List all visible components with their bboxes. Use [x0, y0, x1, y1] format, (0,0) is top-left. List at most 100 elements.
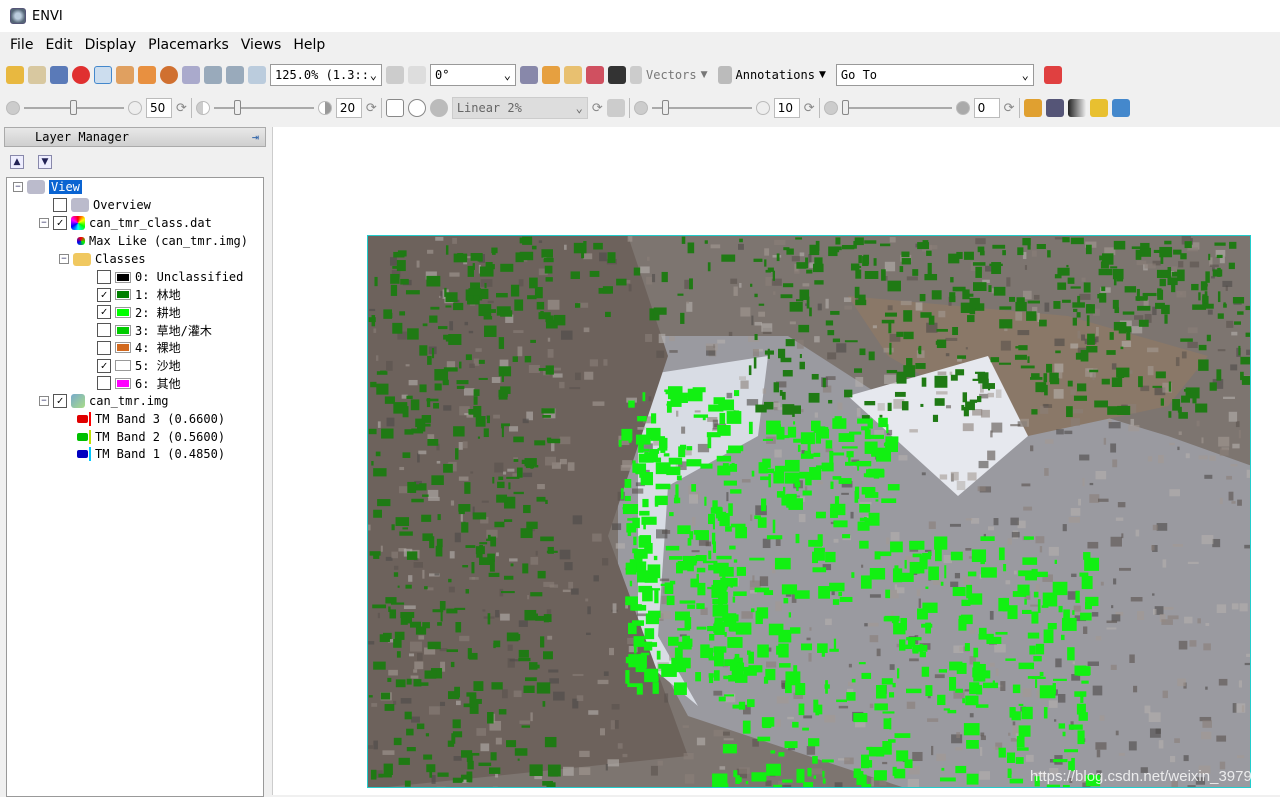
band-item[interactable]: TM Band 3 (0.6600) [77, 410, 225, 428]
class-checkbox[interactable]: ✓ [97, 287, 111, 302]
tree-view-node[interactable]: View [49, 180, 82, 194]
brightness-value[interactable]: 50 [146, 98, 172, 118]
cropland-patch [833, 520, 848, 528]
class-item[interactable]: ✓ 5: 沙地 [97, 357, 181, 375]
rotate-up-icon[interactable] [386, 66, 404, 84]
image-icon[interactable] [1045, 99, 1064, 117]
class-item[interactable]: 4: 裸地 [97, 339, 181, 357]
brightness-slider[interactable] [24, 100, 124, 115]
rgb-profile-icon[interactable] [542, 66, 560, 84]
gradient-icon[interactable] [1067, 99, 1086, 117]
rotate-icon[interactable] [160, 66, 178, 84]
menu-display[interactable]: Display [79, 34, 143, 56]
zoom-out-icon[interactable] [226, 66, 244, 84]
band-item[interactable]: TM Band 1 (0.4850) [77, 445, 225, 463]
forest-patch [1099, 293, 1107, 303]
reset-brightness-icon[interactable]: ⟳ [176, 101, 187, 116]
classified-satellite-image[interactable] [367, 235, 1251, 788]
goto-combo[interactable]: Go To ⌄ [835, 64, 1034, 86]
extension-icon[interactable] [1043, 66, 1062, 84]
band-item[interactable]: TM Band 2 (0.5600) [77, 428, 225, 446]
overview-checkbox[interactable] [53, 198, 67, 212]
open-folder-icon[interactable] [6, 66, 24, 84]
select-pointer-icon[interactable] [94, 66, 112, 84]
transparency-value[interactable]: 0 [973, 98, 1000, 118]
histogram-icon[interactable] [606, 99, 625, 117]
menu-views[interactable]: Views [235, 34, 288, 56]
menu-file[interactable]: File [4, 34, 39, 56]
clipboard-icon[interactable] [28, 66, 46, 84]
class-item[interactable]: 3: 草地/灌木 [97, 321, 212, 339]
forest-patch [447, 691, 460, 700]
sharpen-value[interactable]: 10 [773, 98, 800, 118]
cropland-patch [1058, 605, 1063, 613]
menu-help[interactable]: Help [287, 34, 331, 56]
class-checkbox[interactable] [97, 340, 111, 355]
tree-classes-node[interactable]: Classes [95, 252, 146, 266]
transparency-slider[interactable] [841, 100, 952, 115]
forest-patch [535, 615, 546, 621]
rotation-combo[interactable]: 0° ⌄ [430, 64, 516, 86]
reset-contrast-icon[interactable]: ⟳ [366, 101, 377, 116]
class-checkbox[interactable] [97, 323, 111, 338]
class-checkbox[interactable]: ✓ [97, 358, 111, 373]
move-icon[interactable] [138, 66, 156, 84]
cropland-patch [868, 468, 884, 478]
menu-edit[interactable]: Edit [39, 34, 78, 56]
dock-pin-icon[interactable]: ⇥ [252, 130, 259, 144]
menu-placemarks[interactable]: Placemarks [142, 34, 235, 56]
tree-image-file-node[interactable]: can_tmr.img [89, 394, 168, 408]
fixed-zoom-icon[interactable] [182, 66, 200, 84]
forest-patch [390, 284, 398, 296]
crop-icon[interactable] [50, 66, 68, 84]
collapse-icon[interactable]: − [39, 218, 49, 228]
class-checkbox[interactable] [97, 270, 111, 284]
cropland-patch [760, 476, 769, 481]
tree-overview-node[interactable]: Overview [93, 198, 151, 212]
forest-patch [405, 584, 412, 589]
move-layer-down-button[interactable]: ▼ [38, 155, 52, 169]
placemark-icon[interactable] [72, 66, 90, 84]
move-layer-up-button[interactable]: ▲ [10, 155, 24, 169]
swipe-icon[interactable] [1111, 99, 1130, 117]
annotations-menu[interactable]: Annotations [736, 68, 815, 82]
contrast-value[interactable]: 20 [335, 98, 362, 118]
tree-max-like-node[interactable]: Max Like (can_tmr.img) [89, 234, 248, 248]
reset-transparency-icon[interactable]: ⟳ [1004, 101, 1015, 116]
class-item[interactable]: 0: Unclassified [97, 268, 243, 286]
measure-icon[interactable] [1023, 99, 1042, 117]
class-checkbox[interactable] [97, 376, 111, 391]
collapse-icon[interactable]: − [59, 254, 69, 264]
pixel-locator-icon[interactable] [608, 66, 626, 84]
class-item[interactable]: ✓ 2: 耕地 [97, 303, 181, 321]
vectors-menu[interactable]: Vectors [646, 68, 697, 82]
stretch-reset-icon[interactable] [429, 99, 448, 117]
roi-icon[interactable] [586, 66, 604, 84]
cropland-patch [838, 478, 852, 484]
spectral-profile-icon[interactable] [520, 66, 538, 84]
zoom-in-icon[interactable] [204, 66, 222, 84]
class-item[interactable]: 6: 其他 [97, 374, 181, 392]
tree-class-file-node[interactable]: can_tmr_class.dat [89, 216, 212, 230]
class-layer-checkbox[interactable]: ✓ [53, 216, 67, 230]
zoom-fit-icon[interactable] [248, 66, 266, 84]
cropland-patch [724, 631, 727, 637]
stretch-icon[interactable] [407, 99, 426, 117]
sharpen-slider[interactable] [651, 100, 752, 115]
blend-icon[interactable] [1089, 99, 1108, 117]
full-extent-icon[interactable] [385, 99, 404, 117]
refresh-icon[interactable]: ⟳ [592, 101, 603, 116]
rotate-north-icon[interactable] [408, 66, 426, 84]
cropland-patch [941, 767, 945, 771]
reset-sharpen-icon[interactable]: ⟳ [804, 101, 815, 116]
contrast-slider[interactable] [213, 100, 314, 115]
zoom-combo[interactable]: 125.0% (1.3:: ⌄ [270, 64, 382, 86]
class-checkbox[interactable]: ✓ [97, 305, 111, 320]
stretch-combo[interactable]: Linear 2% ⌄ [451, 97, 588, 119]
crosshair-icon[interactable] [564, 66, 582, 84]
class-item[interactable]: ✓ 1: 林地 [97, 286, 181, 304]
image-layer-checkbox[interactable]: ✓ [53, 394, 67, 408]
pan-hand-icon[interactable] [116, 66, 134, 84]
collapse-icon[interactable]: − [39, 396, 49, 406]
collapse-icon[interactable]: − [13, 182, 23, 192]
